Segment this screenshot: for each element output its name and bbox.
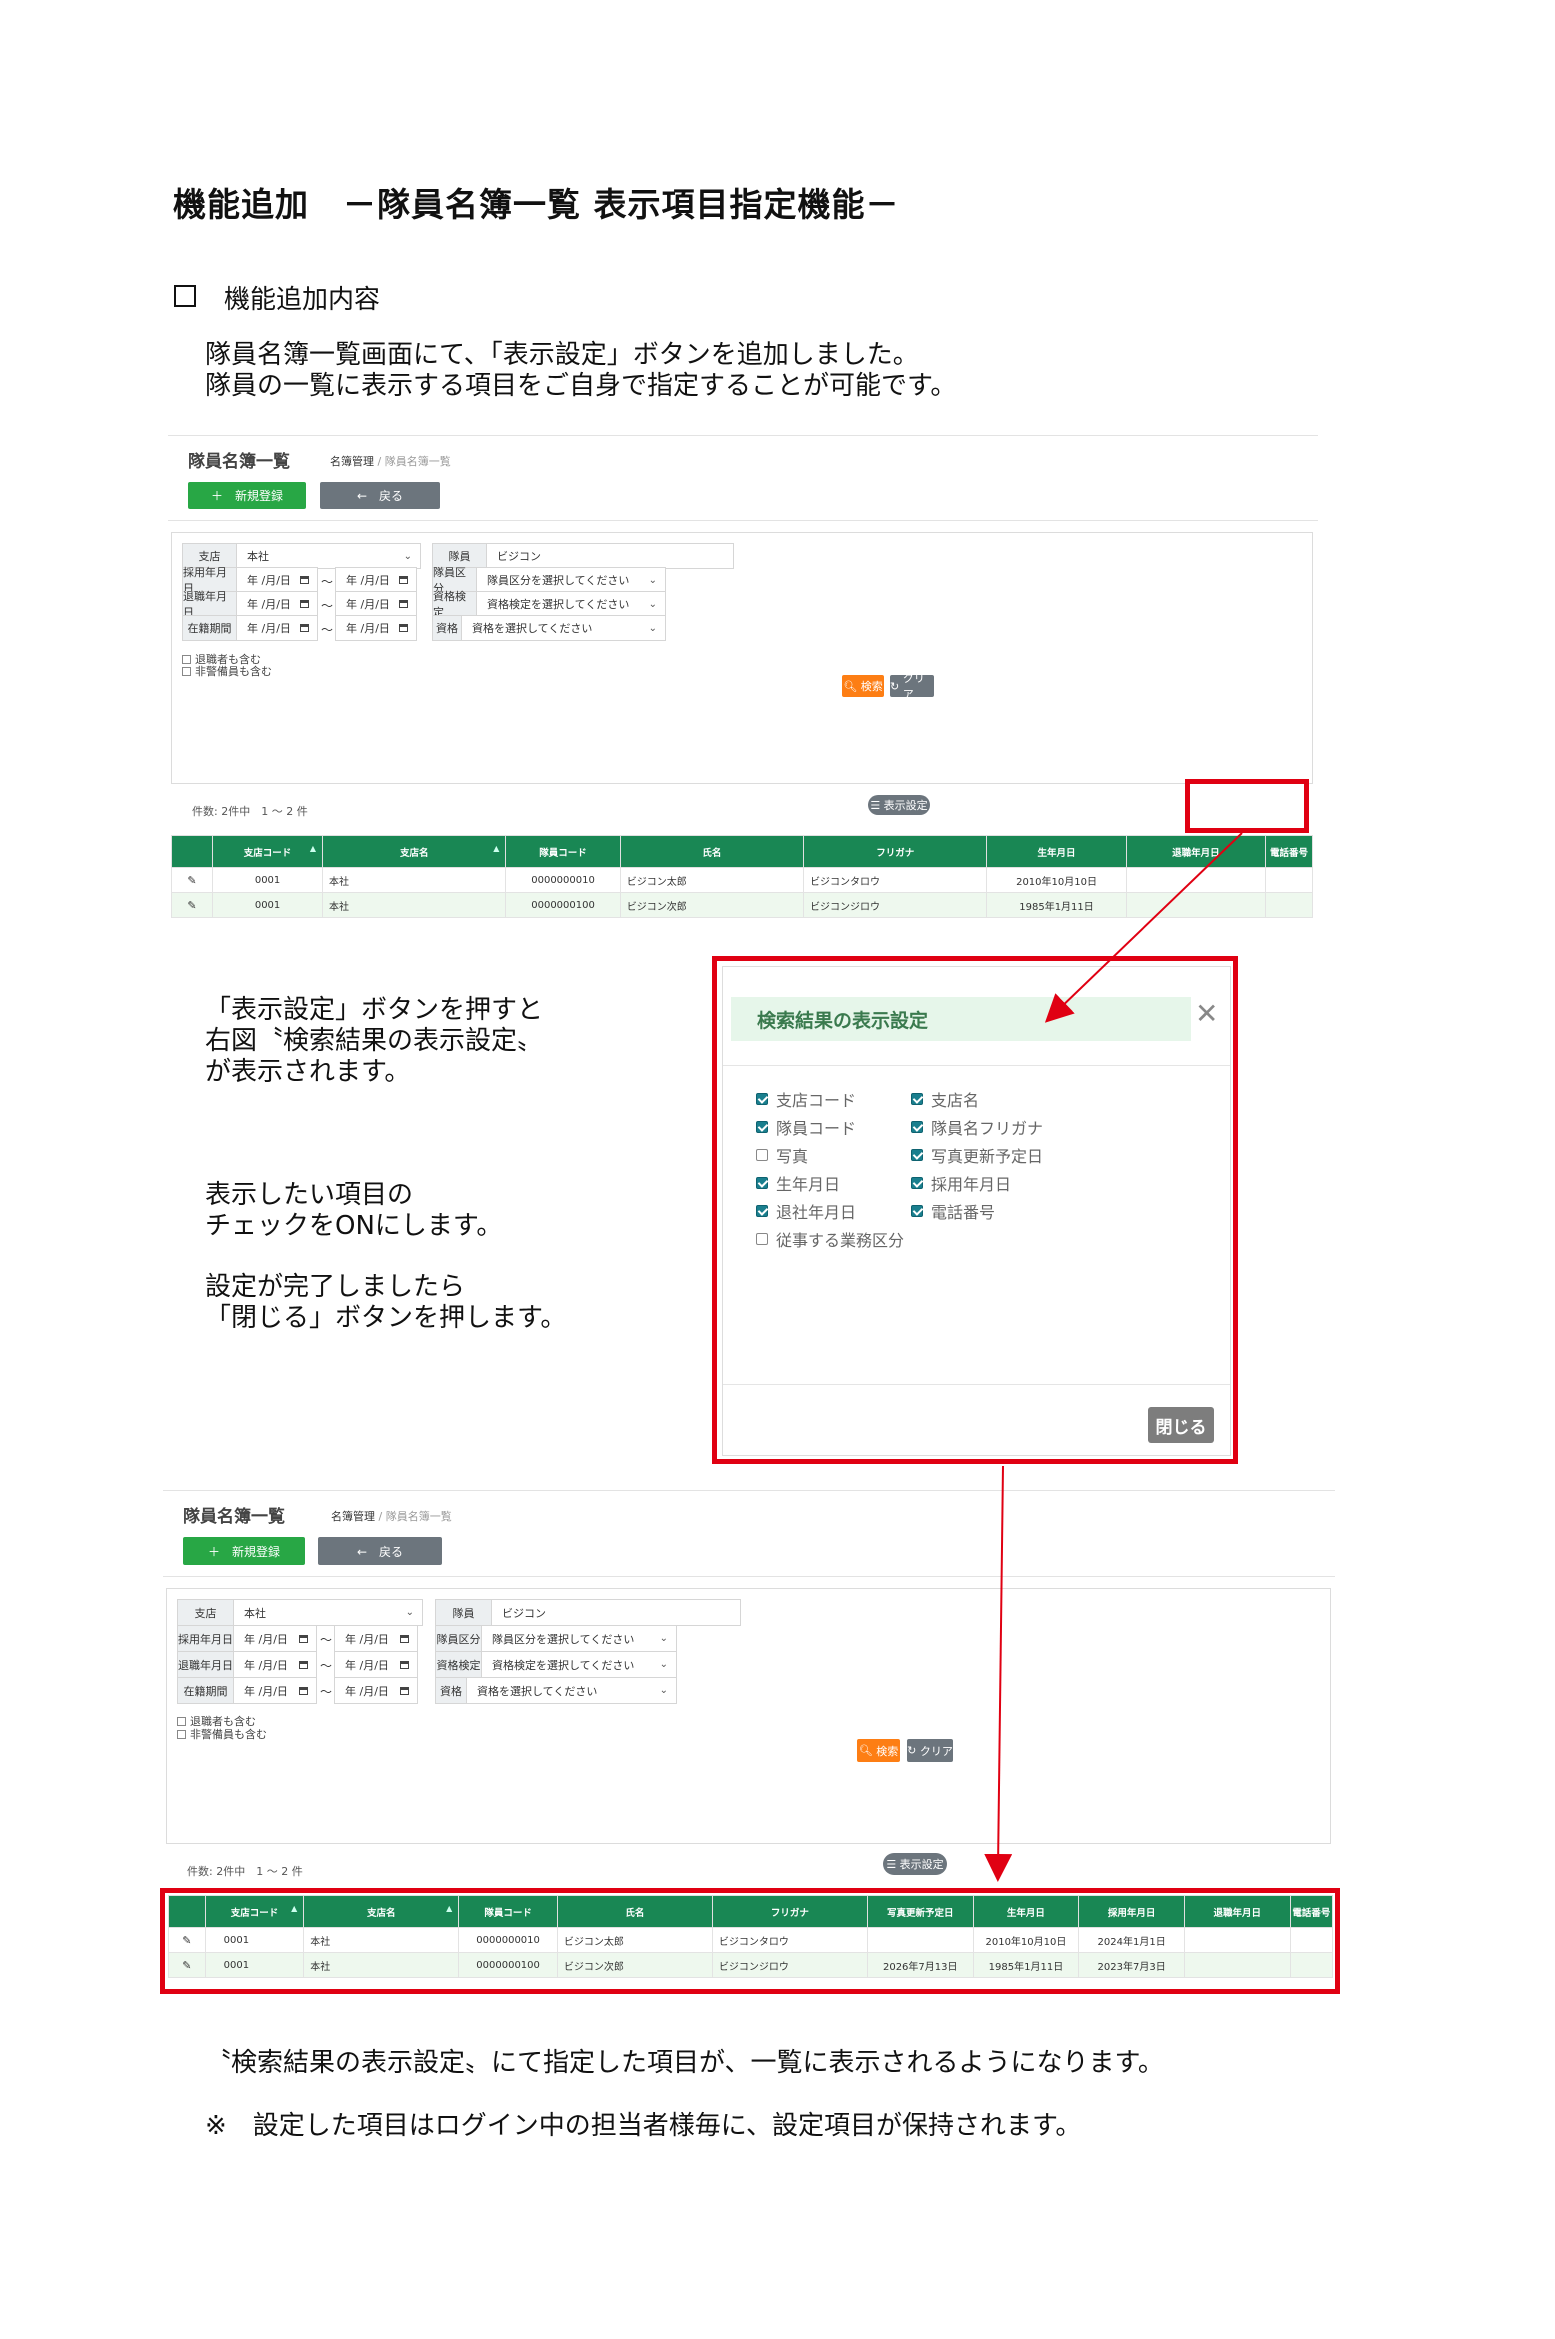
arrow-to-modal	[1044, 832, 1243, 1023]
arrows	[984, 832, 1243, 1882]
footer-note-2: ※ 設定した項目はログイン中の担当者様毎に、設定項目が保持されます。	[205, 2111, 1082, 2141]
arrow-to-table	[984, 1465, 1013, 1882]
footer-note-1: 〝検索結果の表示設定〟にて指定した項目が、一覧に表示されるようになります。	[205, 2048, 1164, 2078]
